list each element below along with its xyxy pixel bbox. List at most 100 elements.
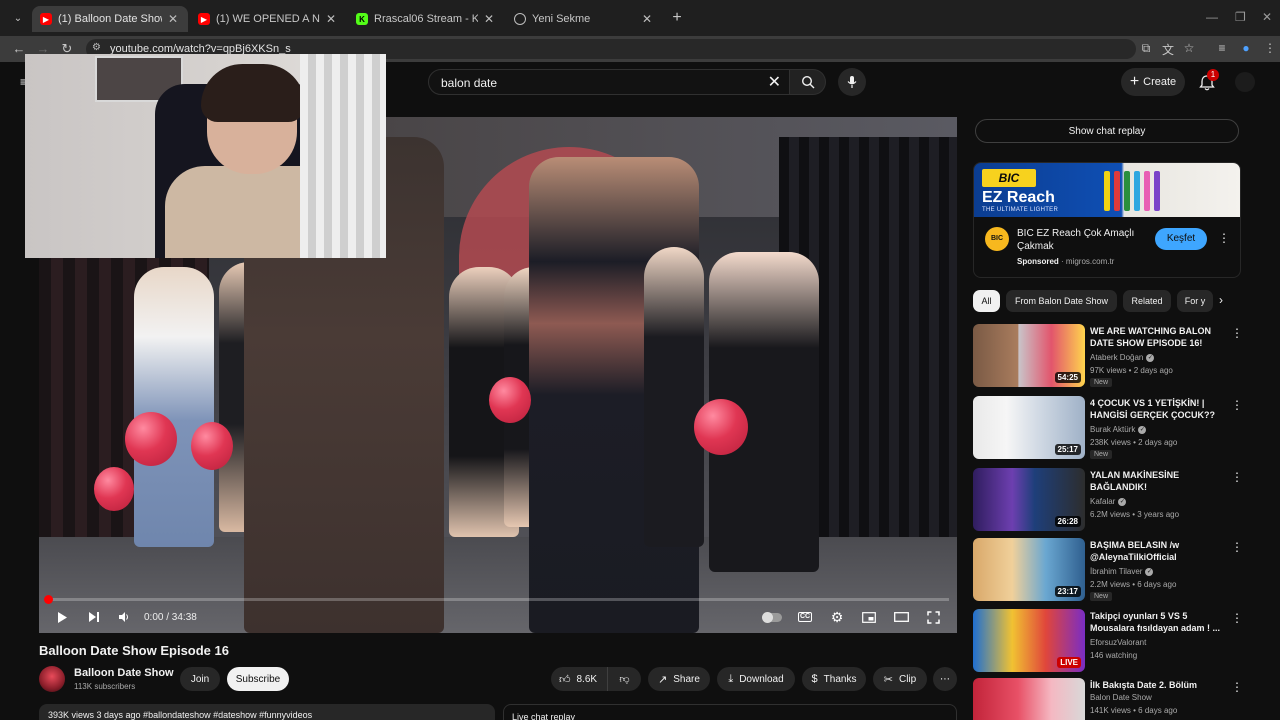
clear-search-icon[interactable]: ✕ <box>768 72 781 92</box>
like-button[interactable]: 👍︎ 8.6K <box>551 667 607 691</box>
more-options-icon[interactable]: ⋮ <box>1231 326 1243 340</box>
browser-tab-3[interactable]: K Rrascal06 Stream - Kick Dashbo ✕ <box>348 6 504 32</box>
extension-icon[interactable]: ● <box>1238 41 1254 55</box>
download-icon: ⤓ <box>728 672 734 685</box>
description-box[interactable]: 393K views 3 days ago #ballondateshow #d… <box>39 704 495 720</box>
media-control-icon[interactable]: ≡ <box>1214 41 1230 55</box>
join-button[interactable]: Join <box>180 667 220 691</box>
video-scrubber-handle[interactable] <box>44 595 53 604</box>
microphone-icon <box>847 76 857 88</box>
theater-mode-icon <box>893 612 909 622</box>
browser-menu-icon[interactable]: ⋮ <box>1262 41 1278 55</box>
bookmark-star-icon[interactable]: ☆ <box>1181 41 1197 55</box>
video-thumbnail[interactable]: 54:25 <box>973 324 1085 387</box>
ad-more-options-icon[interactable]: ⋮ <box>1218 231 1230 245</box>
clip-button[interactable]: ✂ Clip <box>873 667 927 691</box>
play-button[interactable] <box>53 607 71 627</box>
more-options-icon[interactable]: ⋮ <box>1231 398 1243 412</box>
recommended-video[interactable]: LIVE Takipçi oyunları 5 VS 5 Mousalara f… <box>973 609 1243 673</box>
recommended-video-title[interactable]: WE ARE WATCHING BALON DATE SHOW EPISODE … <box>1090 325 1228 349</box>
channel-avatar[interactable] <box>39 666 65 692</box>
recommended-channel[interactable]: EforsuzValorant <box>1090 638 1146 647</box>
mute-button[interactable] <box>115 607 133 627</box>
chip-all[interactable]: All <box>973 290 1000 312</box>
recommended-channel[interactable]: İbrahim Tilaver ✓ <box>1090 567 1154 576</box>
maximize-icon[interactable]: ❐ <box>1235 10 1246 24</box>
recommended-video-title[interactable]: Takipçi oyunları 5 VS 5 Mousalara fısıld… <box>1090 610 1228 634</box>
tab-close-icon[interactable]: ✕ <box>482 12 496 26</box>
video-duration: 25:17 <box>1054 444 1081 455</box>
dislike-button[interactable]: 👎︎ <box>607 667 641 691</box>
more-options-icon[interactable]: ⋮ <box>1231 470 1243 484</box>
browser-tab-2[interactable]: ▶ (1) WE OPENED A NIGHT DONE ✕ <box>190 6 346 32</box>
fullscreen-button[interactable] <box>923 607 943 627</box>
video-thumbnail[interactable]: LIVE <box>973 609 1085 672</box>
recommended-video[interactable]: 25:17 4 ÇOCUK VS 1 YETİŞKİN! | HANGİSİ G… <box>973 396 1243 460</box>
translate-icon[interactable]: 文 <box>1160 41 1176 58</box>
recommended-channel[interactable]: Burak Aktürk ✓ <box>1090 425 1147 434</box>
live-chat-header[interactable]: Live chat replay <box>503 704 957 720</box>
chip-related[interactable]: Related <box>1123 290 1171 312</box>
video-thumbnail[interactable] <box>973 678 1085 720</box>
tab-close-icon[interactable]: ✕ <box>640 12 654 26</box>
chevron-right-icon[interactable]: › <box>1219 293 1223 307</box>
recommended-video-title[interactable]: YALAN MAKİNESİNE BAĞLANDIK! <box>1090 469 1228 493</box>
miniplayer-button[interactable] <box>859 607 879 627</box>
autoplay-toggle[interactable] <box>761 607 783 627</box>
recommended-meta: 2.2M views • 6 days ago <box>1090 580 1177 589</box>
lighter-image <box>1134 171 1140 211</box>
recommended-channel[interactable]: Kafalar ✓ <box>1090 497 1127 506</box>
account-avatar[interactable] <box>1235 72 1255 92</box>
recommended-video-title[interactable]: İlk Bakışta Date 2. Bölüm <box>1090 679 1228 691</box>
theater-mode-button[interactable] <box>891 607 911 627</box>
tab-close-icon[interactable]: ✕ <box>166 12 180 26</box>
chip-for-you[interactable]: For y <box>1177 290 1213 312</box>
show-chat-replay-button[interactable]: Show chat replay <box>975 119 1239 143</box>
next-button[interactable] <box>85 607 103 627</box>
minimize-icon[interactable]: — <box>1206 10 1218 24</box>
recommended-channel[interactable]: Ataberk Doğan ✓ <box>1090 353 1155 362</box>
sponsored-ad-card[interactable]: BIC EZ Reach THE ULTIMATE LIGHTER BIC BI… <box>973 162 1241 278</box>
recommended-video-title[interactable]: BAŞIMA BELASIN /w @AleynaTilkiOfficial <box>1090 539 1228 563</box>
create-button[interactable]: + Create <box>1121 68 1185 96</box>
install-app-icon[interactable]: ⧉ <box>1138 41 1154 56</box>
recommended-video[interactable]: 26:28 YALAN MAKİNESİNE BAĞLANDIK! Kafala… <box>973 468 1243 532</box>
verified-badge-icon: ✓ <box>1146 353 1155 362</box>
subtitles-button[interactable]: CC <box>795 607 815 627</box>
video-thumbnail[interactable]: 25:17 <box>973 396 1085 459</box>
search-input[interactable]: balon date ✕ <box>428 69 790 95</box>
recommended-video[interactable]: İlk Bakışta Date 2. Bölüm Balon Date Sho… <box>973 678 1241 720</box>
more-options-icon[interactable]: ⋮ <box>1231 540 1243 554</box>
browser-tab-1[interactable]: ▶ (1) Balloon Date Show Episode ✕ <box>32 6 188 32</box>
chip-from-channel[interactable]: From Balon Date Show <box>1006 290 1117 312</box>
recommended-video-title[interactable]: 4 ÇOCUK VS 1 YETİŞKİN! | HANGİSİ GERÇEK … <box>1090 397 1228 421</box>
recommended-channel[interactable]: Balon Date Show <box>1090 693 1152 702</box>
new-tab-button[interactable]: + <box>668 9 686 27</box>
page-scrollbar[interactable] <box>1271 62 1280 720</box>
video-thumbnail[interactable]: 26:28 <box>973 468 1085 531</box>
site-info-icon[interactable]: ⚙ <box>92 42 101 53</box>
close-window-icon[interactable]: ✕ <box>1262 10 1272 24</box>
video-thumbnail[interactable]: 23:17 <box>973 538 1085 601</box>
more-actions-button[interactable]: ⋯ <box>933 667 957 691</box>
subscribe-button[interactable]: Subscribe <box>227 667 289 691</box>
thanks-button[interactable]: $ Thanks <box>802 667 866 691</box>
share-button[interactable]: ↗ Share <box>648 667 710 691</box>
more-options-icon[interactable]: ⋮ <box>1231 680 1241 694</box>
voice-search-button[interactable] <box>838 68 866 96</box>
recommended-video[interactable]: 23:17 BAŞIMA BELASIN /w @AleynaTilkiOffi… <box>973 538 1243 602</box>
channel-name[interactable]: Balloon Date Show <box>74 667 174 679</box>
search-button[interactable] <box>790 69 826 95</box>
browser-tab-4[interactable]: Yeni Sekme ✕ <box>506 6 662 32</box>
download-button[interactable]: ⤓ Download <box>717 667 795 691</box>
more-options-icon[interactable]: ⋮ <box>1231 611 1243 625</box>
verified-badge-icon: ✓ <box>1118 497 1127 506</box>
recommended-video[interactable]: 54:25 WE ARE WATCHING BALON DATE SHOW EP… <box>973 324 1243 388</box>
tab-close-icon[interactable]: ✕ <box>324 12 338 26</box>
video-progress-bar[interactable] <box>47 598 949 601</box>
tab-search-icon[interactable]: ⌄ <box>8 9 28 27</box>
ad-cta-button[interactable]: Keşfet <box>1155 228 1207 250</box>
ad-title[interactable]: BIC EZ Reach Çok Amaçlı Çakmak <box>1017 227 1157 253</box>
tab-title: Rrascal06 Stream - Kick Dashbo <box>374 13 478 25</box>
settings-button[interactable]: ⚙ <box>827 607 847 627</box>
